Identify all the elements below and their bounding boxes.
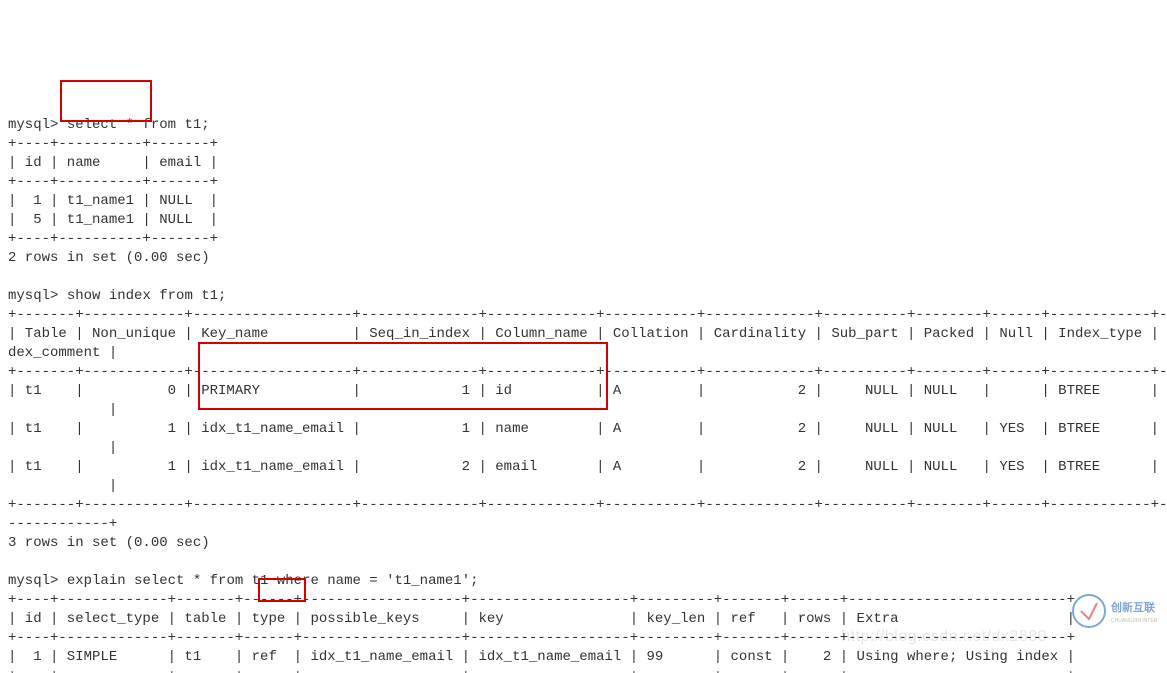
svg-text:CHUANGXIN INTERNET: CHUANGXIN INTERNET [1111,618,1157,624]
result-footer: 3 rows in set (0.00 sec) [8,535,210,551]
table-divider: +-------+------------+------------------… [8,497,1167,513]
prompt: mysql> [8,573,58,589]
table-divider: +----+----------+-------+ [8,136,218,152]
result-footer: 2 rows in set (0.00 sec) [8,250,210,266]
query-show-index: show index from t1; [67,288,227,304]
table-row-wrap: | [8,440,117,456]
mysql-terminal: mysql> select * from t1; +----+---------… [0,95,1167,673]
table-row: | t1 | 1 | idx_t1_name_email | 2 | email… [8,459,1167,475]
table-row: | 1 | SIMPLE | t1 | ref | idx_t1_name_em… [8,649,1075,665]
table-header: | id | select_type | table | type | poss… [8,611,1075,627]
table-row: | 5 | t1_name1 | NULL | [8,212,218,228]
query-select-t1: select * from t1; [67,117,210,133]
table-divider: +----+-------------+-------+------+-----… [8,592,1075,608]
table-divider: +----+-------------+-------+------+-----… [8,668,1075,673]
table-header: | Table | Non_unique | Key_name | Seq_in… [8,326,1167,342]
prompt-line[interactable]: mysql> explain select * from t1 where na… [8,573,479,589]
table-divider: +----+----------+-------+ [8,231,218,247]
watermark-text: http://blog.csdn.net/dx2880 [841,627,1047,646]
table-divider: +-------+------------+------------------… [8,307,1167,323]
prompt: mysql> [8,117,58,133]
table-header-wrap: dex_comment | [8,345,117,361]
svg-text:创新互联: 创新互联 [1110,600,1155,614]
table-divider: +-------+------------+------------------… [8,364,1167,380]
logo-icon: 创新互联 CHUANGXIN INTERNET [1071,555,1157,648]
table-row-wrap: | [8,402,117,418]
prompt-line[interactable]: mysql> show index from t1; [8,288,226,304]
table-divider-wrap: ------------+ [8,516,117,532]
table-row: | 1 | t1_name1 | NULL | [8,193,218,209]
table-divider: +----+----------+-------+ [8,174,218,190]
table-row: | t1 | 1 | idx_t1_name_email | 1 | name … [8,421,1167,437]
table-row-wrap: | [8,478,117,494]
prompt-line[interactable]: mysql> select * from t1; [8,117,210,133]
table-header: | id | name | email | [8,155,218,171]
query-explain: explain select * from t1 where name = 't… [67,573,479,589]
prompt: mysql> [8,288,58,304]
table-row: | t1 | 0 | PRIMARY | 1 | id | A | 2 | NU… [8,383,1167,399]
